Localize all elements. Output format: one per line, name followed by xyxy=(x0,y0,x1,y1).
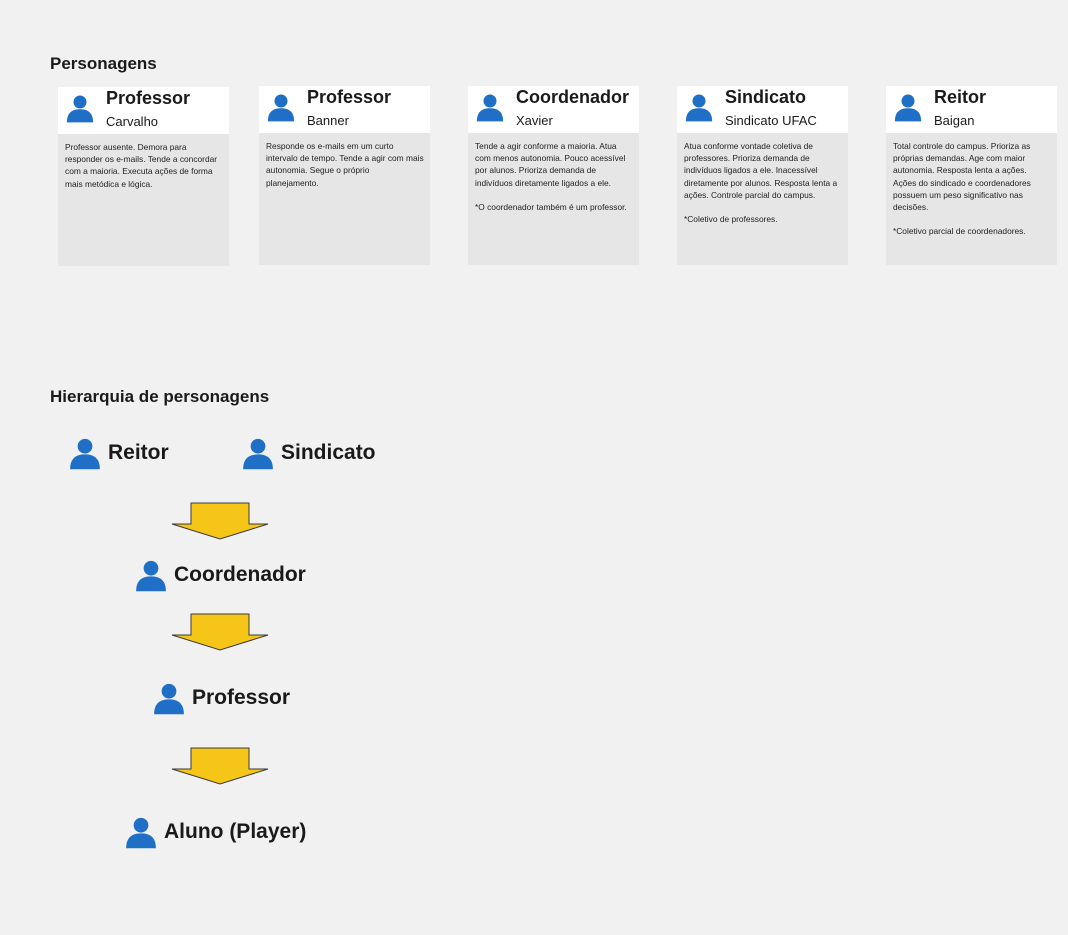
down-arrow-icon xyxy=(170,747,270,785)
hierarchy-node-reitor: Reitor xyxy=(68,433,169,473)
person-icon xyxy=(475,92,505,122)
person-icon xyxy=(893,92,923,122)
card-name: Professor xyxy=(307,87,392,107)
character-card-professor-banner: Professor Banner Responde os e-mails em … xyxy=(259,86,430,265)
character-card-coordenador-xavier: Coordenador Xavier Tende a agir conforme… xyxy=(468,86,639,265)
personagens-title: Personagens xyxy=(50,54,157,73)
person-icon xyxy=(684,92,714,122)
card-description: Professor ausente. Demora para responder… xyxy=(65,142,218,189)
person-icon xyxy=(241,436,275,470)
down-arrow-icon xyxy=(170,502,270,540)
character-card-reitor-baigan: Reitor Baigan Total controle do campus. … xyxy=(886,86,1057,265)
card-description: Responde os e-mails em um curto interval… xyxy=(266,141,424,188)
person-icon xyxy=(65,93,95,123)
node-label: Professor xyxy=(192,686,291,709)
card-header: Reitor Baigan xyxy=(886,86,1057,133)
card-name: Professor xyxy=(106,88,191,108)
card-subtitle: Sindicato UFAC xyxy=(725,113,817,128)
person-icon xyxy=(68,436,102,470)
character-card-professor-carvalho: Professor Carvalho Professor ausente. De… xyxy=(58,87,229,266)
card-subtitle: Banner xyxy=(307,113,349,128)
person-icon xyxy=(124,815,158,849)
card-name: Sindicato xyxy=(725,87,807,107)
card-header: Professor Carvalho xyxy=(58,87,229,134)
hierarchy-node-coordenador: Coordenador xyxy=(134,555,306,595)
hierarchy-node-professor: Professor xyxy=(152,678,290,718)
person-icon xyxy=(152,681,186,715)
person-icon xyxy=(266,92,296,122)
hierarchy-node-aluno: Aluno (Player) xyxy=(124,812,306,852)
card-description: Atua conforme vontade coletiva de profes… xyxy=(684,141,838,225)
card-subtitle: Xavier xyxy=(516,113,553,128)
card-subtitle: Carvalho xyxy=(106,114,159,129)
card-description: Tende a agir conforme a maioria. Atua co… xyxy=(475,141,627,213)
card-header: Sindicato Sindicato UFAC xyxy=(677,86,848,133)
person-icon xyxy=(134,558,168,592)
card-subtitle: Baigan xyxy=(934,113,975,128)
character-card-sindicato-ufac: Sindicato Sindicato UFAC Atua conforme v… xyxy=(677,86,848,265)
card-header: Professor Banner xyxy=(259,86,430,133)
node-label: Aluno (Player) xyxy=(164,820,307,843)
node-label: Sindicato xyxy=(281,441,376,464)
card-header: Coordenador Xavier xyxy=(468,86,639,133)
card-name: Coordenador xyxy=(516,87,630,107)
node-label: Coordenador xyxy=(174,563,306,586)
card-description: Total controle do campus. Prioriza as pr… xyxy=(893,141,1031,237)
hierarchy-node-sindicato: Sindicato xyxy=(241,433,376,473)
down-arrow-icon xyxy=(170,613,270,651)
card-name: Reitor xyxy=(934,87,987,107)
hierarquia-title: Hierarquia de personagens xyxy=(50,387,270,406)
node-label: Reitor xyxy=(108,441,169,464)
